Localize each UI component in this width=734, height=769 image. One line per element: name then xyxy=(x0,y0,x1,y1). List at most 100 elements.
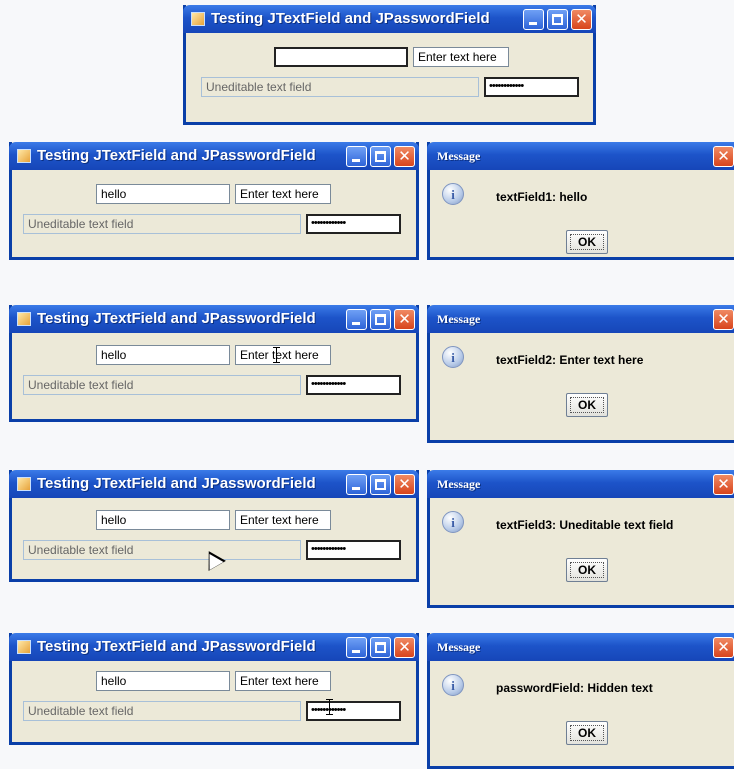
info-icon: i xyxy=(442,511,464,533)
minimize-icon xyxy=(352,322,360,325)
text-field-1[interactable] xyxy=(274,47,408,67)
window-title: Testing JTextField and JPasswordField xyxy=(37,638,316,655)
close-icon: ✕ xyxy=(398,310,411,328)
window-titlebar[interactable]: Testing JTextField and JPasswordField ✕ xyxy=(9,142,419,170)
message-dialog-3: Message ✕ i textField3: Uneditable text … xyxy=(427,470,734,608)
text-field-2[interactable]: Enter text here xyxy=(235,510,331,530)
close-button[interactable]: ✕ xyxy=(394,146,415,167)
maximize-icon xyxy=(375,642,386,653)
message-dialog-2: Message ✕ i textField2: Enter text here … xyxy=(427,305,734,443)
java-app-icon xyxy=(17,477,31,491)
text-cursor-ibeam xyxy=(273,347,280,363)
window-title: Testing JTextField and JPasswordField xyxy=(37,147,316,164)
app-window-step-3: Testing JTextField and JPasswordField ✕ … xyxy=(9,470,419,582)
text-field-1[interactable]: hello xyxy=(96,184,230,204)
app-window-step-2: Testing JTextField and JPasswordField ✕ … xyxy=(9,305,419,422)
info-icon: i xyxy=(442,183,464,205)
password-field[interactable]: •••••••••••• xyxy=(306,540,401,560)
close-icon: ✕ xyxy=(398,475,411,493)
window-title: Testing JTextField and JPasswordField xyxy=(211,10,490,27)
message-text: textField1: hello xyxy=(496,190,588,204)
dialog-title: Message xyxy=(437,477,481,491)
info-icon: i xyxy=(442,674,464,696)
text-field-3-uneditable: Uneditable text field xyxy=(23,375,301,395)
window-title: Testing JTextField and JPasswordField xyxy=(37,310,316,327)
text-field-3-uneditable: Uneditable text field xyxy=(23,701,301,721)
close-button[interactable]: ✕ xyxy=(394,637,415,658)
text-cursor-ibeam xyxy=(326,699,333,715)
dialog-close-button[interactable]: ✕ xyxy=(713,146,734,167)
maximize-icon xyxy=(375,479,386,490)
message-dialog-4: Message ✕ i passwordField: Hidden text O… xyxy=(427,633,734,769)
close-button[interactable]: ✕ xyxy=(394,309,415,330)
minimize-button[interactable] xyxy=(346,146,367,167)
window-titlebar[interactable]: Testing JTextField and JPasswordField ✕ xyxy=(9,305,419,333)
text-field-1[interactable]: hello xyxy=(96,671,230,691)
close-icon: ✕ xyxy=(398,147,411,165)
window-titlebar[interactable]: Testing JTextField and JPasswordField ✕ xyxy=(9,633,419,661)
password-field[interactable]: •••••••••••• xyxy=(484,77,579,97)
close-button[interactable]: ✕ xyxy=(394,474,415,495)
text-field-2[interactable]: Enter text here xyxy=(413,47,509,67)
java-app-icon xyxy=(191,12,205,26)
minimize-icon xyxy=(352,159,360,162)
app-window-step-4: Testing JTextField and JPasswordField ✕ … xyxy=(9,633,419,745)
window-titlebar[interactable]: Testing JTextField and JPasswordField ✕ xyxy=(9,470,419,498)
dialog-titlebar[interactable]: Message ✕ xyxy=(427,633,734,661)
password-field[interactable]: •••••••••••• xyxy=(306,214,401,234)
text-field-2[interactable]: Enter text here xyxy=(235,671,331,691)
close-icon: ✕ xyxy=(717,475,730,493)
dialog-titlebar[interactable]: Message ✕ xyxy=(427,142,734,170)
message-dialog-1: Message ✕ i textField1: hello OK xyxy=(427,142,734,260)
ok-button[interactable]: OK xyxy=(566,721,608,745)
close-icon: ✕ xyxy=(717,638,730,656)
close-icon: ✕ xyxy=(717,310,730,328)
minimize-button[interactable] xyxy=(346,637,367,658)
text-field-1[interactable]: hello xyxy=(96,345,230,365)
minimize-icon xyxy=(352,650,360,653)
text-field-2[interactable]: Enter text here xyxy=(235,345,331,365)
text-field-3-uneditable: Uneditable text field xyxy=(23,540,301,560)
dialog-title: Message xyxy=(437,149,481,163)
dialog-title: Message xyxy=(437,312,481,326)
ok-button[interactable]: OK xyxy=(566,393,608,417)
maximize-button[interactable] xyxy=(370,474,391,495)
dialog-close-button[interactable]: ✕ xyxy=(713,474,734,495)
minimize-icon xyxy=(352,487,360,490)
message-text: passwordField: Hidden text xyxy=(496,681,653,695)
java-app-icon xyxy=(17,640,31,654)
text-field-3-uneditable: Uneditable text field xyxy=(201,77,479,97)
maximize-icon xyxy=(375,314,386,325)
java-app-icon xyxy=(17,149,31,163)
maximize-button[interactable] xyxy=(370,309,391,330)
window-titlebar[interactable]: Testing JTextField and JPasswordField ✕ xyxy=(183,5,596,33)
text-field-1[interactable]: hello xyxy=(96,510,230,530)
maximize-button[interactable] xyxy=(547,9,568,30)
app-window-initial: Testing JTextField and JPasswordField ✕ … xyxy=(183,5,596,125)
app-window-step-1: Testing JTextField and JPasswordField ✕ … xyxy=(9,142,419,260)
text-field-2[interactable]: Enter text here xyxy=(235,184,331,204)
dialog-close-button[interactable]: ✕ xyxy=(713,309,734,330)
dialog-titlebar[interactable]: Message ✕ xyxy=(427,305,734,333)
dialog-titlebar[interactable]: Message ✕ xyxy=(427,470,734,498)
dialog-close-button[interactable]: ✕ xyxy=(713,637,734,658)
text-field-3-uneditable: Uneditable text field xyxy=(23,214,301,234)
close-icon: ✕ xyxy=(575,10,588,28)
password-field[interactable]: •••••••••••• xyxy=(306,375,401,395)
maximize-icon xyxy=(375,151,386,162)
message-text: textField3: Uneditable text field xyxy=(496,518,674,532)
close-button[interactable]: ✕ xyxy=(571,9,592,30)
password-field[interactable]: •••••••••••• xyxy=(306,701,401,721)
close-icon: ✕ xyxy=(717,147,730,165)
minimize-button[interactable] xyxy=(523,9,544,30)
maximize-icon xyxy=(552,14,563,25)
minimize-button[interactable] xyxy=(346,474,367,495)
maximize-button[interactable] xyxy=(370,146,391,167)
minimize-button[interactable] xyxy=(346,309,367,330)
close-icon: ✕ xyxy=(398,638,411,656)
maximize-button[interactable] xyxy=(370,637,391,658)
ok-button[interactable]: OK xyxy=(566,558,608,582)
minimize-icon xyxy=(529,22,537,25)
dialog-title: Message xyxy=(437,640,481,654)
ok-button[interactable]: OK xyxy=(566,230,608,254)
